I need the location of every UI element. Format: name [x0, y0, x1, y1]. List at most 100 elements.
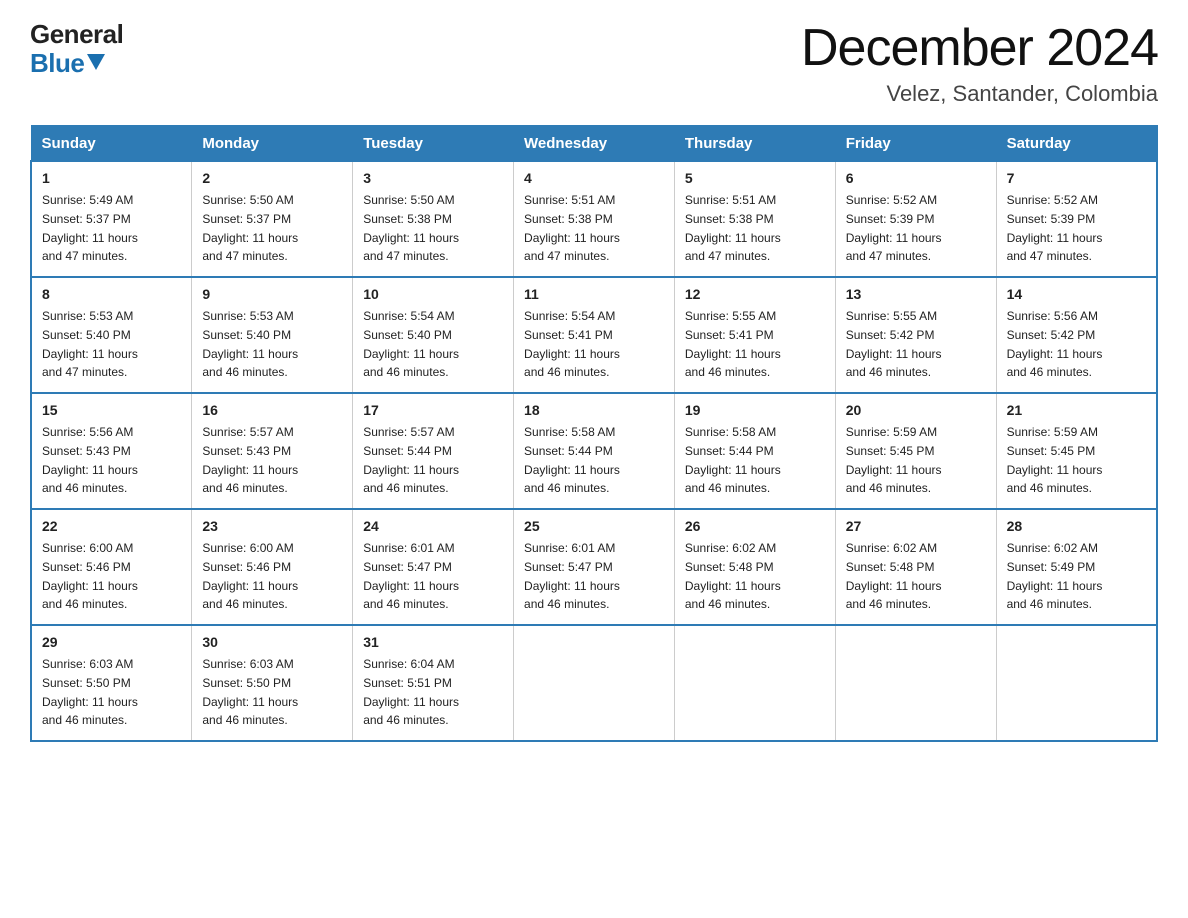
day-info: Sunrise: 6:00 AMSunset: 5:46 PMDaylight:…: [202, 541, 298, 611]
table-row: 2 Sunrise: 5:50 AMSunset: 5:37 PMDayligh…: [192, 161, 353, 277]
day-info: Sunrise: 5:56 AMSunset: 5:43 PMDaylight:…: [42, 425, 138, 495]
month-title: December 2024: [801, 20, 1158, 77]
day-info: Sunrise: 5:54 AMSunset: 5:41 PMDaylight:…: [524, 309, 620, 379]
day-info: Sunrise: 5:52 AMSunset: 5:39 PMDaylight:…: [1007, 193, 1103, 263]
calendar-week-2: 8 Sunrise: 5:53 AMSunset: 5:40 PMDayligh…: [31, 277, 1157, 393]
day-info: Sunrise: 5:55 AMSunset: 5:42 PMDaylight:…: [846, 309, 942, 379]
calendar-table: Sunday Monday Tuesday Wednesday Thursday…: [30, 125, 1158, 742]
day-info: Sunrise: 5:50 AMSunset: 5:37 PMDaylight:…: [202, 193, 298, 263]
col-saturday: Saturday: [996, 126, 1157, 161]
day-number: 10: [363, 284, 503, 305]
table-row: 29 Sunrise: 6:03 AMSunset: 5:50 PMDaylig…: [31, 625, 192, 741]
day-number: 20: [846, 400, 986, 421]
day-info: Sunrise: 6:01 AMSunset: 5:47 PMDaylight:…: [363, 541, 459, 611]
day-number: 29: [42, 632, 181, 653]
table-row: 4 Sunrise: 5:51 AMSunset: 5:38 PMDayligh…: [514, 161, 675, 277]
day-number: 25: [524, 516, 664, 537]
calendar-header-row: Sunday Monday Tuesday Wednesday Thursday…: [31, 126, 1157, 161]
day-info: Sunrise: 6:02 AMSunset: 5:49 PMDaylight:…: [1007, 541, 1103, 611]
table-row: 12 Sunrise: 5:55 AMSunset: 5:41 PMDaylig…: [674, 277, 835, 393]
table-row: 28 Sunrise: 6:02 AMSunset: 5:49 PMDaylig…: [996, 509, 1157, 625]
col-monday: Monday: [192, 126, 353, 161]
table-row: [514, 625, 675, 741]
col-friday: Friday: [835, 126, 996, 161]
day-number: 22: [42, 516, 181, 537]
calendar-week-1: 1 Sunrise: 5:49 AMSunset: 5:37 PMDayligh…: [31, 161, 1157, 277]
col-sunday: Sunday: [31, 126, 192, 161]
day-number: 2: [202, 168, 342, 189]
calendar-week-3: 15 Sunrise: 5:56 AMSunset: 5:43 PMDaylig…: [31, 393, 1157, 509]
table-row: 5 Sunrise: 5:51 AMSunset: 5:38 PMDayligh…: [674, 161, 835, 277]
day-info: Sunrise: 5:52 AMSunset: 5:39 PMDaylight:…: [846, 193, 942, 263]
day-info: Sunrise: 6:02 AMSunset: 5:48 PMDaylight:…: [685, 541, 781, 611]
table-row: 13 Sunrise: 5:55 AMSunset: 5:42 PMDaylig…: [835, 277, 996, 393]
calendar-week-5: 29 Sunrise: 6:03 AMSunset: 5:50 PMDaylig…: [31, 625, 1157, 741]
table-row: 10 Sunrise: 5:54 AMSunset: 5:40 PMDaylig…: [353, 277, 514, 393]
day-number: 12: [685, 284, 825, 305]
day-number: 6: [846, 168, 986, 189]
day-number: 23: [202, 516, 342, 537]
table-row: 6 Sunrise: 5:52 AMSunset: 5:39 PMDayligh…: [835, 161, 996, 277]
table-row: 1 Sunrise: 5:49 AMSunset: 5:37 PMDayligh…: [31, 161, 192, 277]
day-number: 19: [685, 400, 825, 421]
day-number: 16: [202, 400, 342, 421]
day-info: Sunrise: 5:58 AMSunset: 5:44 PMDaylight:…: [524, 425, 620, 495]
table-row: 14 Sunrise: 5:56 AMSunset: 5:42 PMDaylig…: [996, 277, 1157, 393]
table-row: 3 Sunrise: 5:50 AMSunset: 5:38 PMDayligh…: [353, 161, 514, 277]
table-row: 20 Sunrise: 5:59 AMSunset: 5:45 PMDaylig…: [835, 393, 996, 509]
table-row: 18 Sunrise: 5:58 AMSunset: 5:44 PMDaylig…: [514, 393, 675, 509]
day-info: Sunrise: 6:01 AMSunset: 5:47 PMDaylight:…: [524, 541, 620, 611]
day-number: 1: [42, 168, 181, 189]
day-number: 28: [1007, 516, 1146, 537]
logo-blue-text: Blue: [30, 49, 105, 78]
day-number: 31: [363, 632, 503, 653]
day-info: Sunrise: 5:59 AMSunset: 5:45 PMDaylight:…: [1007, 425, 1103, 495]
table-row: 21 Sunrise: 5:59 AMSunset: 5:45 PMDaylig…: [996, 393, 1157, 509]
day-info: Sunrise: 6:03 AMSunset: 5:50 PMDaylight:…: [42, 657, 138, 727]
day-number: 24: [363, 516, 503, 537]
logo-triangle-icon: [87, 54, 105, 70]
day-number: 4: [524, 168, 664, 189]
col-tuesday: Tuesday: [353, 126, 514, 161]
day-info: Sunrise: 5:49 AMSunset: 5:37 PMDaylight:…: [42, 193, 138, 263]
day-number: 18: [524, 400, 664, 421]
page-header: General Blue December 2024 Velez, Santan…: [30, 20, 1158, 107]
day-info: Sunrise: 5:55 AMSunset: 5:41 PMDaylight:…: [685, 309, 781, 379]
day-info: Sunrise: 5:51 AMSunset: 5:38 PMDaylight:…: [524, 193, 620, 263]
day-number: 9: [202, 284, 342, 305]
table-row: 9 Sunrise: 5:53 AMSunset: 5:40 PMDayligh…: [192, 277, 353, 393]
logo-general-text: General: [30, 20, 123, 49]
day-info: Sunrise: 6:03 AMSunset: 5:50 PMDaylight:…: [202, 657, 298, 727]
day-info: Sunrise: 5:53 AMSunset: 5:40 PMDaylight:…: [42, 309, 138, 379]
day-info: Sunrise: 6:02 AMSunset: 5:48 PMDaylight:…: [846, 541, 942, 611]
day-info: Sunrise: 5:50 AMSunset: 5:38 PMDaylight:…: [363, 193, 459, 263]
day-info: Sunrise: 5:56 AMSunset: 5:42 PMDaylight:…: [1007, 309, 1103, 379]
calendar-week-4: 22 Sunrise: 6:00 AMSunset: 5:46 PMDaylig…: [31, 509, 1157, 625]
day-info: Sunrise: 6:04 AMSunset: 5:51 PMDaylight:…: [363, 657, 459, 727]
table-row: 11 Sunrise: 5:54 AMSunset: 5:41 PMDaylig…: [514, 277, 675, 393]
table-row: 15 Sunrise: 5:56 AMSunset: 5:43 PMDaylig…: [31, 393, 192, 509]
table-row: 19 Sunrise: 5:58 AMSunset: 5:44 PMDaylig…: [674, 393, 835, 509]
day-number: 13: [846, 284, 986, 305]
day-info: Sunrise: 5:58 AMSunset: 5:44 PMDaylight:…: [685, 425, 781, 495]
col-thursday: Thursday: [674, 126, 835, 161]
table-row: [674, 625, 835, 741]
table-row: 23 Sunrise: 6:00 AMSunset: 5:46 PMDaylig…: [192, 509, 353, 625]
day-number: 15: [42, 400, 181, 421]
table-row: 8 Sunrise: 5:53 AMSunset: 5:40 PMDayligh…: [31, 277, 192, 393]
col-wednesday: Wednesday: [514, 126, 675, 161]
day-number: 14: [1007, 284, 1146, 305]
table-row: 17 Sunrise: 5:57 AMSunset: 5:44 PMDaylig…: [353, 393, 514, 509]
logo: General Blue: [30, 20, 123, 77]
day-info: Sunrise: 6:00 AMSunset: 5:46 PMDaylight:…: [42, 541, 138, 611]
table-row: 26 Sunrise: 6:02 AMSunset: 5:48 PMDaylig…: [674, 509, 835, 625]
table-row: 24 Sunrise: 6:01 AMSunset: 5:47 PMDaylig…: [353, 509, 514, 625]
table-row: 25 Sunrise: 6:01 AMSunset: 5:47 PMDaylig…: [514, 509, 675, 625]
day-info: Sunrise: 5:59 AMSunset: 5:45 PMDaylight:…: [846, 425, 942, 495]
table-row: 16 Sunrise: 5:57 AMSunset: 5:43 PMDaylig…: [192, 393, 353, 509]
day-number: 11: [524, 284, 664, 305]
table-row: [835, 625, 996, 741]
table-row: 22 Sunrise: 6:00 AMSunset: 5:46 PMDaylig…: [31, 509, 192, 625]
table-row: 27 Sunrise: 6:02 AMSunset: 5:48 PMDaylig…: [835, 509, 996, 625]
table-row: 30 Sunrise: 6:03 AMSunset: 5:50 PMDaylig…: [192, 625, 353, 741]
